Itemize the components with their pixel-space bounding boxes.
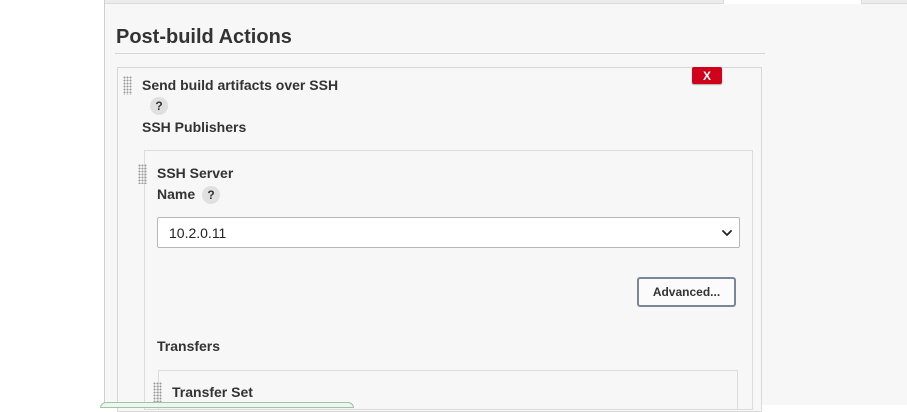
- action-title: Send build artifacts over SSH: [142, 77, 339, 93]
- name-field-label: Name: [157, 186, 196, 202]
- chevron-down-icon: [722, 230, 732, 236]
- drag-handle-icon[interactable]: [138, 164, 147, 184]
- top-tab[interactable]: [723, 0, 862, 4]
- drag-handle-icon[interactable]: [123, 76, 132, 95]
- transfer-set-title: Transfer Set: [172, 384, 253, 400]
- transfers-label: Transfers: [157, 338, 221, 354]
- section-divider: [115, 53, 765, 54]
- bottom-floating-tab[interactable]: [100, 402, 354, 408]
- remove-action-button[interactable]: X: [692, 67, 722, 84]
- ssh-publishers-label: SSH Publishers: [142, 119, 247, 135]
- name-help-icon[interactable]: ?: [202, 186, 220, 204]
- section-title: Post-build Actions: [116, 26, 292, 48]
- help-icon[interactable]: ?: [150, 97, 168, 115]
- ssh-server-name-value: 10.2.0.11: [169, 224, 227, 241]
- advanced-button[interactable]: Advanced...: [637, 277, 736, 307]
- ssh-server-title: SSH Server: [157, 165, 234, 181]
- ssh-server-name-select[interactable]: 10.2.0.11: [157, 217, 740, 248]
- drag-handle-icon[interactable]: [153, 382, 162, 402]
